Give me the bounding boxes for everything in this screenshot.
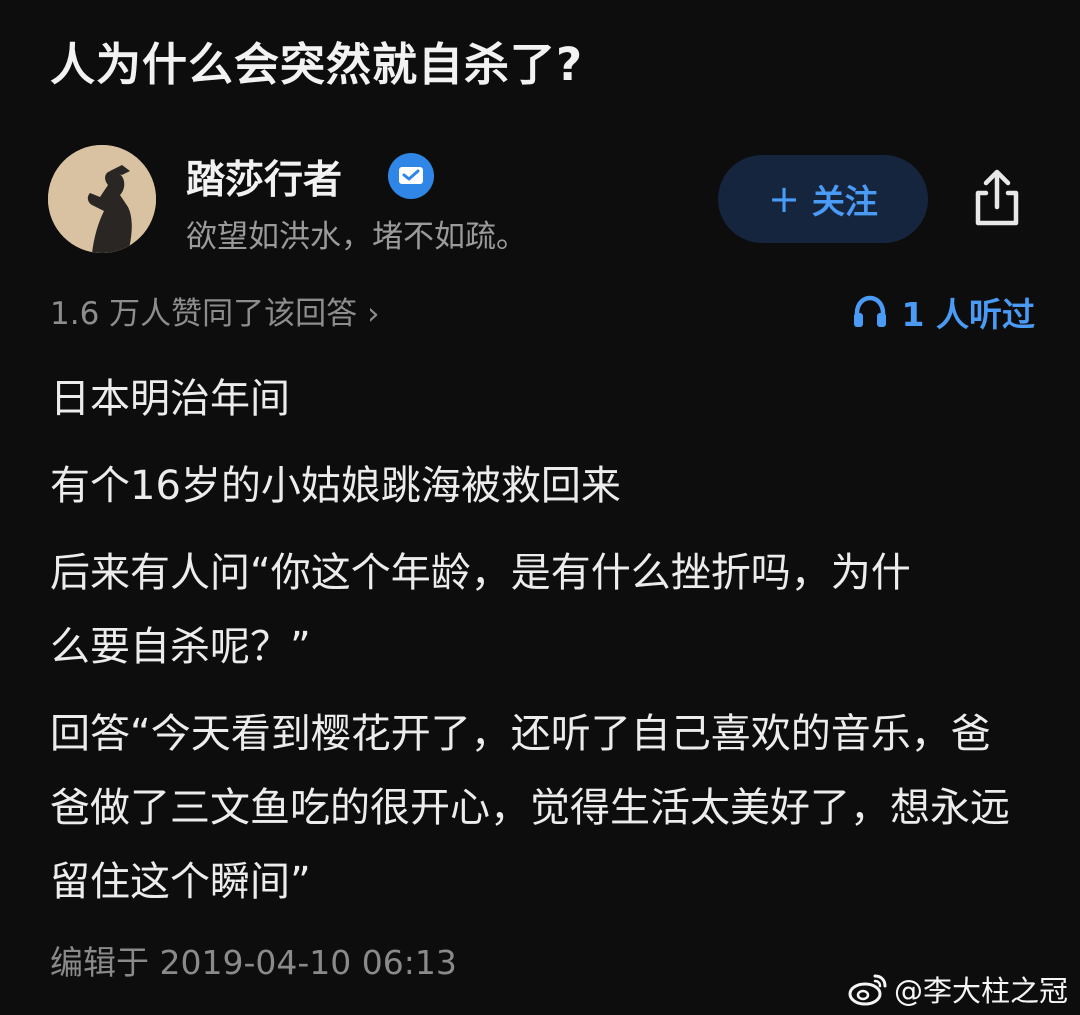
answer-page: 人为什么会突然就自杀了? 踏莎行者 欲望如洪水，堵不如疏。 + 关注 1.6 万… <box>0 0 1080 1015</box>
author-avatar[interactable] <box>48 145 156 253</box>
follow-label: 关注 <box>811 182 878 221</box>
follow-button[interactable]: + 关注 <box>718 155 928 243</box>
meta-row: 1.6 万人赞同了该回答 › 1 人听过 <box>50 288 1035 334</box>
watermark: @李大柱之冠 <box>848 968 1068 1010</box>
author-row: 踏莎行者 欲望如洪水，堵不如疏。 + 关注 <box>48 143 1038 255</box>
watermark-text: @李大柱之冠 <box>893 974 1068 1008</box>
headphone-icon <box>853 295 886 327</box>
follow-plus-icon: + <box>768 177 800 221</box>
agree-count[interactable]: 1.6 万人赞同了该回答 › <box>50 288 380 333</box>
listened-text: 1 人听过 <box>901 295 1035 334</box>
edited-timestamp: 编辑于 2019-04-10 06:13 <box>50 943 457 982</box>
weibo-icon <box>848 974 887 1006</box>
agree-count-text: 1.6 万人赞同了该回答 <box>50 296 358 332</box>
answer-body: 日本明治年间 有个16岁的小姑娘跳海被救回来 后来有人问“你这个年龄，是有什么挫… <box>50 362 1030 932</box>
author-name[interactable]: 踏莎行者 <box>186 149 342 205</box>
question-title[interactable]: 人为什么会突然就自杀了? <box>50 28 583 93</box>
avatar-silhouette-icon <box>48 145 156 253</box>
chevron-right-icon: › <box>367 296 380 332</box>
answer-paragraph: 日本明治年间 <box>50 376 290 422</box>
listened-count[interactable]: 1 人听过 <box>852 288 1035 336</box>
verified-badge-icon <box>388 153 434 199</box>
answer-paragraph: 有个16岁的小姑娘跳海被救回来 <box>50 463 621 509</box>
share-icon[interactable] <box>966 167 1028 229</box>
author-bio: 欲望如洪水，堵不如疏。 <box>186 219 527 255</box>
answer-paragraph: 回答“今天看到樱花开了，还听了自己喜欢的音乐，爸爸做了三文鱼吃的很开心，觉得生活… <box>50 711 1010 905</box>
answer-paragraph: 后来有人问“你这个年龄，是有什么挫折吗，为什么要自杀呢？” <box>50 550 911 670</box>
